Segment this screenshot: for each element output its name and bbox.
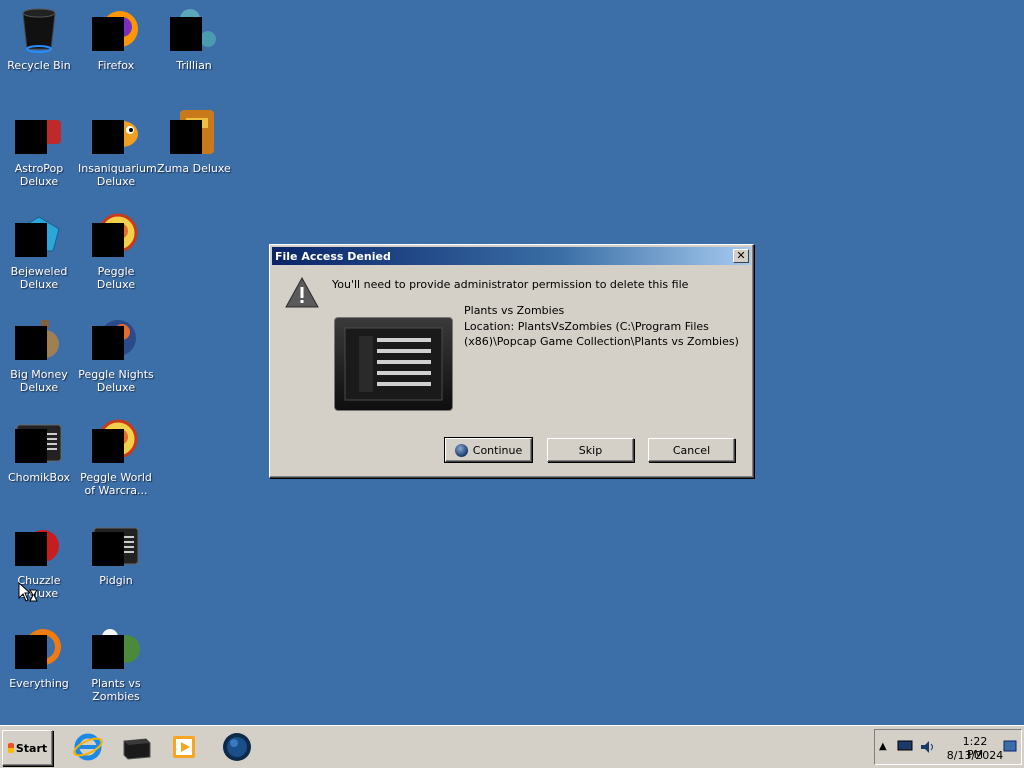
continue-button-label: Continue	[472, 443, 523, 457]
media-player-icon[interactable]	[168, 731, 200, 763]
dialog-message: You'll need to provide administrator per…	[332, 278, 689, 291]
desktop-icon-chomikbox[interactable]: ChomikBox	[0, 412, 78, 508]
volume-icon[interactable]	[919, 740, 935, 754]
desktop-icon-peggle[interactable]: Peggle Deluxe	[77, 206, 155, 302]
bejeweled-icon	[15, 211, 63, 259]
desktop-icon-recycle-bin[interactable]: Recycle Bin	[0, 0, 78, 96]
insaniquarium-icon	[92, 108, 140, 156]
desktop-icon-label: Peggle World of Warcra...	[80, 471, 152, 497]
peggle-world-icon	[92, 417, 140, 465]
continue-button[interactable]: Continue	[444, 437, 533, 463]
windows-flag-icon	[7, 743, 14, 753]
desktop-icon-peggle-nights[interactable]: Peggle Nights Deluxe	[77, 309, 155, 405]
uac-shield-icon	[454, 443, 468, 457]
desktop-icon-label: Everything	[9, 677, 69, 690]
desktop-icon-label: Plants vs Zombies	[91, 677, 141, 703]
start-label: Start	[15, 741, 48, 755]
clock-date[interactable]: 8/13/2024	[945, 749, 1005, 762]
desktop-icon-pidgin[interactable]: Pidgin	[77, 515, 155, 611]
desktop-icon-label: Recycle Bin	[7, 59, 71, 72]
busy-cursor-icon	[18, 581, 40, 607]
show-desktop-icon[interactable]	[1003, 739, 1017, 753]
desktop-icon-label: Big Money Deluxe	[10, 368, 68, 394]
desktop-icon-bejeweled[interactable]: Bejeweled Deluxe	[0, 206, 78, 302]
desktop-icon-insaniquarium[interactable]: Insaniquarium Deluxe	[77, 103, 157, 199]
desktop-icon-label: Firefox	[97, 59, 135, 72]
desktop-icon-astropop[interactable]: AstroPop Deluxe	[0, 103, 78, 199]
desktop-icon-zuma[interactable]: Zuma Deluxe	[155, 103, 233, 199]
program-file-icon	[344, 327, 443, 401]
desktop-icon-label: Insaniquarium Deluxe	[78, 162, 157, 188]
close-button[interactable]: ✕	[733, 249, 749, 263]
network-globe-icon[interactable]	[221, 731, 253, 763]
internet-explorer-icon[interactable]	[72, 731, 104, 763]
zuma-icon	[170, 108, 218, 156]
show-hidden-icons-chevron-icon[interactable]: ▲	[879, 741, 887, 752]
trillian-icon	[170, 5, 218, 53]
system-tray: ▲ 1:22 PM 8/13/2024	[874, 729, 1022, 765]
peggle-icon	[92, 211, 140, 259]
everything-icon	[15, 623, 63, 671]
firefox-icon	[92, 5, 140, 53]
desktop-icon-label: Pidgin	[99, 574, 133, 587]
desktop-icon-big-money[interactable]: Big Money Deluxe	[0, 309, 78, 405]
dialog-title: File Access Denied	[275, 249, 391, 263]
cancel-button[interactable]: Cancel	[648, 438, 735, 462]
pidgin-icon	[92, 520, 140, 568]
desktop-icon-firefox[interactable]: Firefox	[77, 0, 155, 96]
taskbar: Start ▲ 1:22 PM 8/13/2024	[0, 725, 1024, 768]
desktop-icon-trillian[interactable]: Trillian	[155, 0, 233, 96]
file-location: Location: PlantsVsZombies (C:\Program Fi…	[464, 320, 739, 348]
desktop-icon-label: Peggle Nights Deluxe	[78, 368, 154, 394]
desktop-icon-label: AstroPop Deluxe	[14, 162, 64, 188]
close-icon: ✕	[736, 249, 746, 262]
file-access-denied-dialog: File Access Denied ✕ You'll need to prov…	[269, 244, 754, 478]
astropop-icon	[15, 108, 63, 156]
chomikbox-icon	[15, 417, 63, 465]
desktop-icon-label: Bejeweled Deluxe	[10, 265, 68, 291]
desktop-icon-label: Peggle Deluxe	[96, 265, 136, 291]
plants-vs-zombies-icon	[92, 623, 140, 671]
recycle-bin-icon	[15, 5, 63, 53]
warning-icon	[284, 275, 320, 311]
desktop-icon-label: Zuma Deluxe	[157, 162, 231, 175]
file-name: Plants vs Zombies	[464, 304, 565, 317]
cancel-button-label: Cancel	[672, 443, 711, 457]
explorer-icon[interactable]	[120, 731, 152, 763]
chuzzle-icon	[15, 520, 63, 568]
skip-button-label: Skip	[578, 443, 603, 457]
skip-button[interactable]: Skip	[547, 438, 634, 462]
desktop-icon-peggle-world[interactable]: Peggle World of Warcra...	[77, 412, 155, 508]
desktop-icon-label: Trillian	[176, 59, 212, 72]
start-button[interactable]: Start	[2, 730, 53, 766]
desktop-icon-everything[interactable]: Everything	[0, 618, 78, 714]
display-icon[interactable]	[897, 740, 913, 752]
dialog-titlebar[interactable]: File Access Denied ✕	[272, 247, 751, 265]
file-thumbnail	[334, 317, 453, 411]
money-bag-icon	[15, 314, 63, 362]
peggle-nights-icon	[92, 314, 140, 362]
desktop-icon-plants-vs-zombies[interactable]: Plants vs Zombies	[77, 618, 155, 714]
desktop-icon-label: ChomikBox	[8, 471, 70, 484]
